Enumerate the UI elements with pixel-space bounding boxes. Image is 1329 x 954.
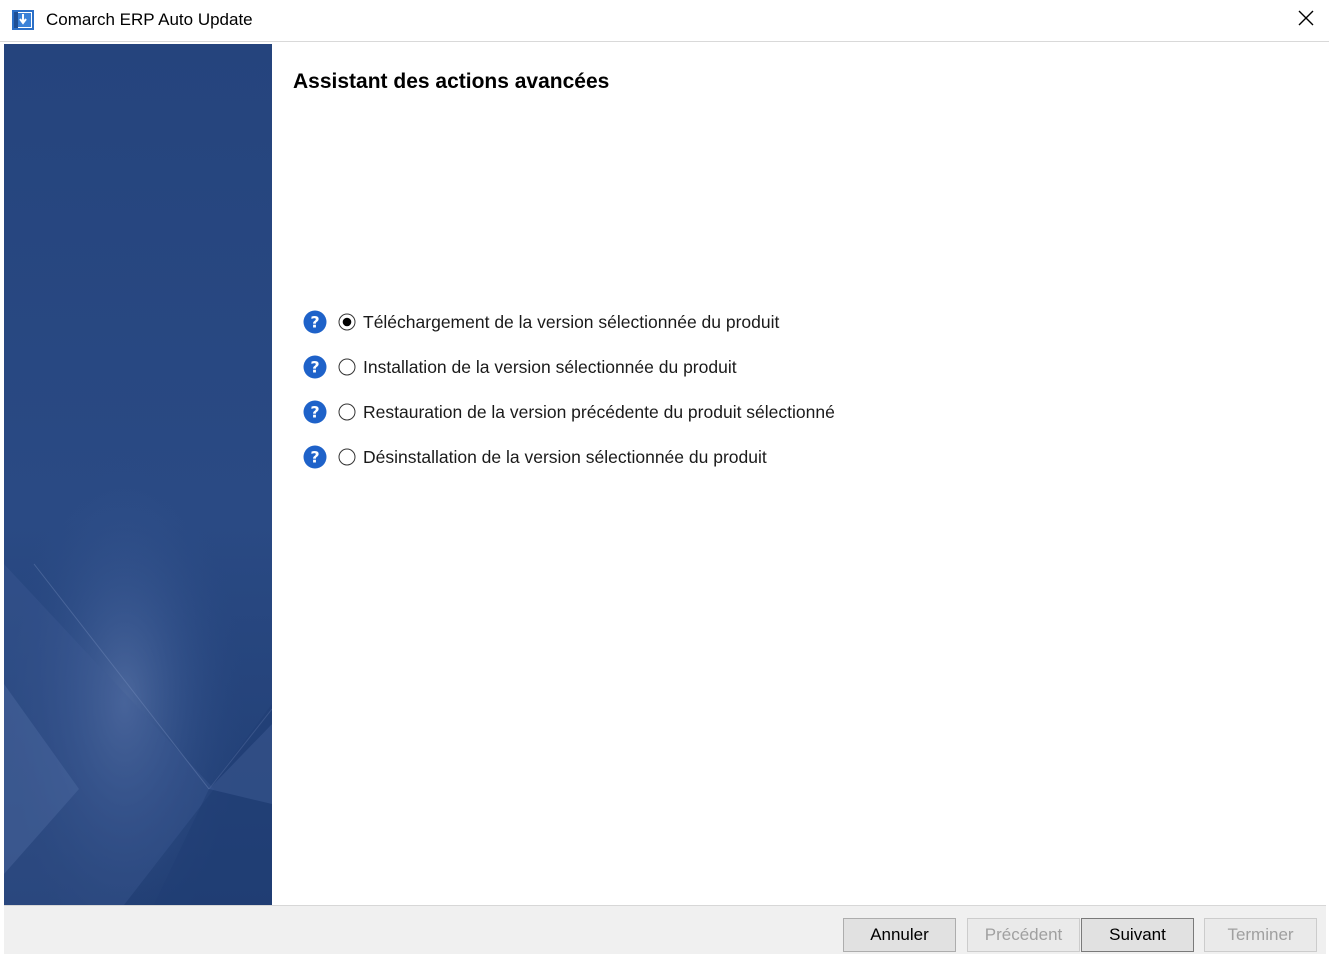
- option-label[interactable]: Restauration de la version précédente du…: [363, 400, 835, 424]
- option-label[interactable]: Désinstallation de la version sélectionn…: [363, 445, 767, 469]
- svg-text:?: ?: [310, 313, 319, 332]
- window-title: Comarch ERP Auto Update: [46, 10, 253, 29]
- option-uninstall[interactable]: ? Désinstallation de la version sélectio…: [303, 445, 835, 490]
- radio-button-selected[interactable]: [338, 313, 356, 331]
- next-button[interactable]: Suivant: [1081, 918, 1194, 952]
- option-label[interactable]: Téléchargement de la version sélectionné…: [363, 310, 779, 334]
- option-download[interactable]: ? Téléchargement de la version sélection…: [303, 310, 835, 355]
- radio-button[interactable]: [338, 403, 356, 421]
- help-question-icon[interactable]: ?: [303, 310, 327, 334]
- app-update-icon: [12, 10, 34, 30]
- title-bar: Comarch ERP Auto Update: [0, 0, 1329, 42]
- help-question-icon[interactable]: ?: [303, 355, 327, 379]
- wizard-window: Comarch ERP Auto Update Assistant des ac…: [0, 0, 1329, 954]
- radio-button[interactable]: [338, 358, 356, 376]
- option-label[interactable]: Installation de la version sélectionnée …: [363, 355, 737, 379]
- finish-button[interactable]: Terminer: [1204, 918, 1317, 952]
- footer-bar: Annuler Précédent Suivant Terminer: [4, 905, 1326, 954]
- svg-text:?: ?: [310, 358, 319, 377]
- help-question-icon[interactable]: ?: [303, 445, 327, 469]
- cancel-button[interactable]: Annuler: [843, 918, 956, 952]
- sidebar-banner: [4, 44, 272, 905]
- close-icon: [1298, 10, 1314, 31]
- action-options: ? Téléchargement de la version sélection…: [303, 310, 835, 490]
- page-title: Assistant des actions avancées: [293, 70, 610, 93]
- radio-button[interactable]: [338, 448, 356, 466]
- option-install[interactable]: ? Installation de la version sélectionné…: [303, 355, 835, 400]
- svg-text:?: ?: [310, 448, 319, 467]
- svg-text:?: ?: [310, 403, 319, 422]
- close-button[interactable]: [1283, 0, 1329, 41]
- option-restore[interactable]: ? Restauration de la version précédente …: [303, 400, 835, 445]
- previous-button[interactable]: Précédent: [967, 918, 1080, 952]
- help-question-icon[interactable]: ?: [303, 400, 327, 424]
- main-panel: Assistant des actions avancées ? Télécha…: [272, 44, 1326, 905]
